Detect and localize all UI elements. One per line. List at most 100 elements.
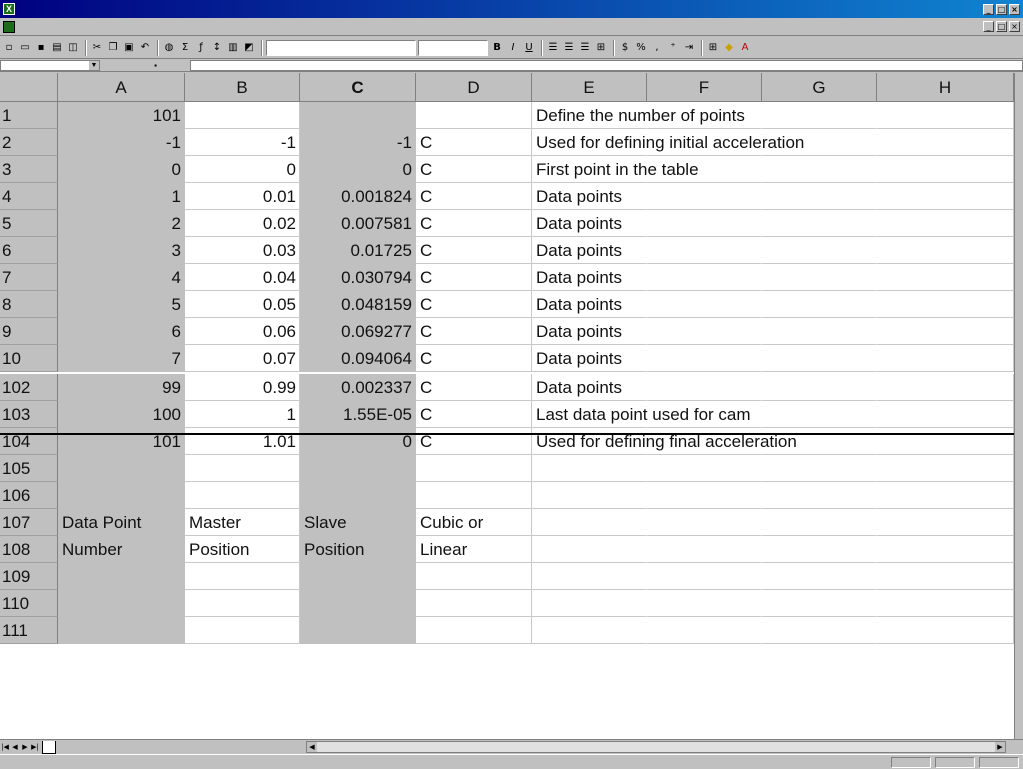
cell-c[interactable]: 0.01725 <box>300 237 416 264</box>
workbook-icon[interactable] <box>3 20 15 33</box>
save-icon[interactable]: ▪ <box>34 40 48 56</box>
cell-g[interactable] <box>762 345 877 372</box>
cell-d[interactable]: C <box>416 345 532 372</box>
worksheet-grid[interactable]: A B C D E F G H 1 101 Define the number of… <box>0 73 1023 739</box>
cell-c[interactable]: 0.030794 <box>300 264 416 291</box>
font-color-icon[interactable]: A <box>738 40 752 56</box>
row-header[interactable]: 10 <box>0 345 58 372</box>
cell-d[interactable] <box>416 455 532 482</box>
column-header-h[interactable]: H <box>877 73 1014 102</box>
font-name-select[interactable] <box>266 39 416 56</box>
cell-a[interactable]: 6 <box>58 318 185 345</box>
cell-d[interactable] <box>416 563 532 590</box>
cell-g[interactable] <box>762 482 877 509</box>
cell-d[interactable]: C <box>416 156 532 183</box>
cell-d[interactable]: C <box>416 318 532 345</box>
cell-f[interactable] <box>647 536 762 563</box>
font-size-select[interactable] <box>418 39 488 56</box>
cell-b[interactable]: 0.99 <box>185 374 300 401</box>
cell-g[interactable] <box>762 102 877 129</box>
cell-d[interactable] <box>416 590 532 617</box>
row-header[interactable]: 4 <box>0 183 58 210</box>
cell-c[interactable] <box>300 455 416 482</box>
cell-c[interactable] <box>300 590 416 617</box>
cell-e[interactable]: Data points <box>532 183 647 210</box>
undo-icon[interactable]: ↶ <box>138 40 152 56</box>
cell-c[interactable]: 0.001824 <box>300 183 416 210</box>
cell-e[interactable] <box>532 482 647 509</box>
cell-f[interactable] <box>647 318 762 345</box>
scroll-right-icon[interactable]: ▶ <box>995 742 1005 752</box>
open-icon[interactable]: ▭ <box>18 40 32 56</box>
cell-g[interactable] <box>762 291 877 318</box>
row-header[interactable]: 110 <box>0 590 58 617</box>
cell-c[interactable] <box>300 482 416 509</box>
cell-a[interactable] <box>58 617 185 644</box>
cell-g[interactable] <box>762 617 877 644</box>
cell-e[interactable] <box>532 563 647 590</box>
cell-g[interactable] <box>762 509 877 536</box>
cell-b[interactable]: 0.07 <box>185 345 300 372</box>
cell-h[interactable] <box>877 156 1014 183</box>
cell-b[interactable] <box>185 617 300 644</box>
column-header-a[interactable]: A <box>58 73 185 102</box>
cell-f[interactable] <box>647 183 762 210</box>
cell-a[interactable]: 0 <box>58 156 185 183</box>
cell-e[interactable] <box>532 617 647 644</box>
row-header[interactable]: 7 <box>0 264 58 291</box>
cell-h[interactable] <box>877 129 1014 156</box>
cell-b[interactable]: 0.04 <box>185 264 300 291</box>
cell-d[interactable]: C <box>416 210 532 237</box>
doc-restore-button[interactable]: □ <box>996 21 1007 32</box>
cell-b[interactable] <box>185 455 300 482</box>
cell-e[interactable]: Define the number of points <box>532 102 745 129</box>
cell-b[interactable]: 0 <box>185 156 300 183</box>
cell-b[interactable]: Master <box>185 509 300 536</box>
cell-h[interactable] <box>877 482 1014 509</box>
cell-a[interactable] <box>58 563 185 590</box>
cell-d[interactable]: C <box>416 264 532 291</box>
drawing-icon[interactable]: ◩ <box>242 40 256 56</box>
first-sheet-icon[interactable]: |◀ <box>0 742 10 753</box>
next-sheet-icon[interactable]: ▶ <box>20 742 30 753</box>
cell-g[interactable] <box>762 563 877 590</box>
cell-e[interactable]: Last data point used for cam <box>532 401 751 428</box>
cell-g[interactable] <box>762 183 877 210</box>
row-header[interactable]: 108 <box>0 536 58 563</box>
row-header[interactable]: 103 <box>0 401 58 428</box>
cell-g[interactable] <box>762 237 877 264</box>
comma-icon[interactable]: , <box>650 40 664 56</box>
maximize-button[interactable]: □ <box>996 3 1007 15</box>
cell-a[interactable] <box>58 455 185 482</box>
print-icon[interactable]: ▤ <box>50 40 64 56</box>
cell-c[interactable]: 0 <box>300 156 416 183</box>
function-icon[interactable]: ƒ <box>194 40 208 56</box>
autosum-icon[interactable]: Σ <box>178 40 192 56</box>
cell-e[interactable]: First point in the table <box>532 156 699 183</box>
row-header[interactable]: 6 <box>0 237 58 264</box>
cell-c[interactable]: 0.094064 <box>300 345 416 372</box>
cell-f[interactable] <box>647 563 762 590</box>
cell-c[interactable]: 0.069277 <box>300 318 416 345</box>
cell-d[interactable] <box>416 102 532 129</box>
cell-h[interactable] <box>877 536 1014 563</box>
sheet-tab-active[interactable] <box>42 740 56 754</box>
indent-icon[interactable]: ⇥ <box>682 40 696 56</box>
row-header[interactable]: 2 <box>0 129 58 156</box>
cell-g[interactable] <box>762 590 877 617</box>
column-header-b[interactable]: B <box>185 73 300 102</box>
cell-b[interactable]: 0.03 <box>185 237 300 264</box>
cell-e[interactable] <box>532 536 647 563</box>
cell-a[interactable]: Number <box>58 536 185 563</box>
cell-e[interactable]: Data points <box>532 345 647 372</box>
cell-d[interactable]: Linear <box>416 536 532 563</box>
cell-b[interactable]: -1 <box>185 129 300 156</box>
cell-c[interactable]: 0.002337 <box>300 374 416 401</box>
row-header[interactable]: 111 <box>0 617 58 644</box>
cell-a[interactable]: 2 <box>58 210 185 237</box>
minimize-button[interactable]: _ <box>983 3 994 15</box>
doc-minimize-button[interactable]: _ <box>983 21 994 32</box>
cell-a[interactable]: 7 <box>58 345 185 372</box>
copy-icon[interactable]: ❐ <box>106 40 120 56</box>
cell-a[interactable]: 100 <box>58 401 185 428</box>
